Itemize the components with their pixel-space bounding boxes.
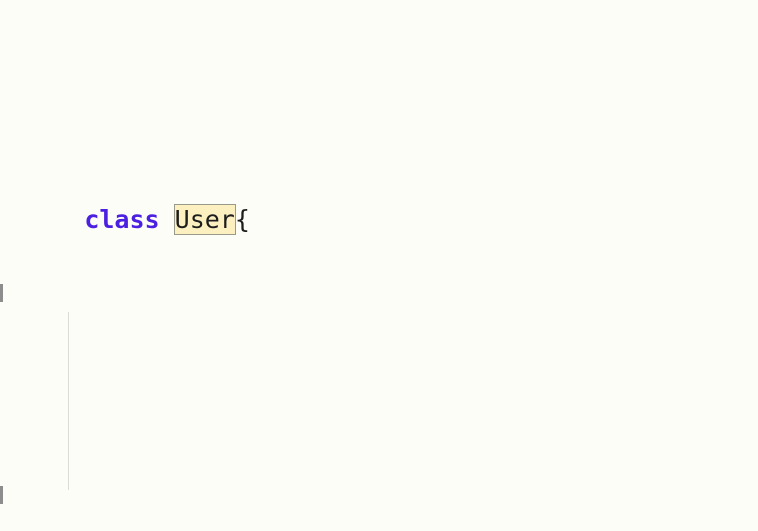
class-name-user-highlighted[interactable]: User (173, 204, 236, 235)
keyword-class: class (84, 205, 160, 234)
brace-open-class: { (234, 205, 250, 234)
code-editor[interactable]: class User{ public $info; public $upload… (0, 0, 758, 531)
code-content[interactable]: class User{ public $info; public $upload… (0, 0, 758, 531)
code-line-1[interactable]: class User{ (0, 160, 758, 235)
code-line-2[interactable] (0, 360, 758, 400)
